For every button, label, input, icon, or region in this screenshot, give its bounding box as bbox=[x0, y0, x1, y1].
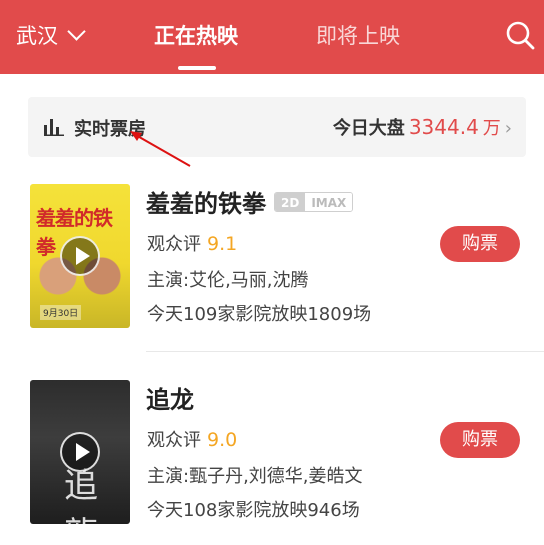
poster-date: 9月30日 bbox=[40, 305, 82, 320]
divider bbox=[146, 351, 544, 352]
rating-label: 观众评 bbox=[147, 430, 201, 451]
movie-item[interactable]: 追龍 追龙 观众评 9.0 主演:甄子丹,刘德华,姜皓文 今天108家影院放映94… bbox=[0, 374, 544, 544]
chevron-right-icon: › bbox=[504, 118, 512, 139]
search-icon[interactable] bbox=[505, 20, 535, 50]
audience-rating: 观众评 9.1 bbox=[147, 230, 237, 256]
movie-title-row: 羞羞的铁拳 2D IMAX bbox=[146, 184, 354, 219]
play-icon[interactable] bbox=[60, 236, 100, 276]
realtime-box-office-bar[interactable]: 实时票房 今日大盘 3344.4 万 › bbox=[28, 97, 526, 157]
cast-list: 主演:艾伦,马丽,沈腾 bbox=[147, 270, 309, 291]
rating-score: 9.1 bbox=[207, 233, 238, 255]
format-badges: 2D IMAX bbox=[274, 191, 354, 212]
buy-ticket-button[interactable]: 购票 bbox=[440, 422, 520, 458]
today-total-value: 3344.4 bbox=[408, 115, 479, 139]
tab-coming-soon[interactable]: 即将上映 bbox=[316, 20, 400, 50]
showtimes-summary: 今天108家影院放映946场 bbox=[147, 500, 360, 521]
chevron-down-icon bbox=[67, 21, 86, 41]
badge-2d: 2D bbox=[275, 192, 306, 211]
rating-label: 观众评 bbox=[147, 234, 201, 255]
movie-title-row: 追龙 bbox=[146, 380, 194, 415]
top-header: 武汉 正在热映 即将上映 bbox=[0, 0, 544, 74]
movie-title: 羞羞的铁拳 bbox=[146, 190, 266, 218]
movie-poster[interactable]: 羞羞的铁拳 9月30日 bbox=[30, 184, 130, 328]
play-icon[interactable] bbox=[60, 432, 100, 472]
city-selector[interactable]: 武汉 bbox=[16, 20, 86, 50]
movie-title: 追龙 bbox=[146, 386, 194, 414]
today-total-label: 今日大盘 bbox=[332, 118, 405, 139]
active-tab-indicator bbox=[178, 66, 216, 70]
annotation-arrow bbox=[130, 131, 191, 167]
rating-score: 9.0 bbox=[207, 429, 238, 451]
cast-list: 主演:甄子丹,刘德华,姜皓文 bbox=[147, 466, 363, 487]
today-total-unit: 万 bbox=[482, 118, 501, 139]
movie-item[interactable]: 羞羞的铁拳 9月30日 羞羞的铁拳 2D IMAX 观众评 9.1 主演:艾伦,马… bbox=[0, 178, 544, 348]
bar-chart-icon bbox=[44, 119, 64, 136]
audience-rating: 观众评 9.0 bbox=[147, 426, 237, 452]
tab-now-showing[interactable]: 正在热映 bbox=[154, 20, 238, 50]
showtimes-summary: 今天109家影院放映1809场 bbox=[147, 304, 372, 325]
today-total-box-office[interactable]: 今日大盘 3344.4 万 › bbox=[333, 114, 512, 140]
badge-imax: IMAX bbox=[305, 192, 353, 211]
movie-poster[interactable]: 追龍 bbox=[30, 380, 130, 524]
buy-ticket-button[interactable]: 购票 bbox=[440, 226, 520, 262]
city-name: 武汉 bbox=[16, 24, 58, 48]
